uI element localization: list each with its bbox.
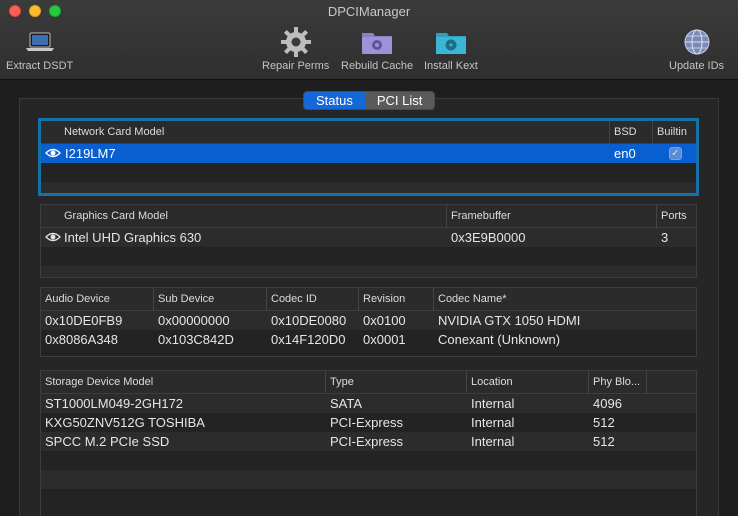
audio-name-cell: Conexant (Unknown) bbox=[438, 332, 561, 347]
extract-dsdt-button[interactable]: Extract DSDT bbox=[6, 26, 73, 72]
graphics-model-cell: Intel UHD Graphics 630 bbox=[64, 230, 202, 245]
globe-icon bbox=[677, 26, 717, 58]
network-col-builtin[interactable]: Builtin bbox=[653, 121, 696, 144]
tab-pci-list[interactable]: PCI List bbox=[364, 92, 435, 109]
table-row bbox=[41, 489, 696, 508]
table-row[interactable]: I219LM7 en0 ✓ bbox=[41, 144, 696, 163]
graphics-framebuffer-cell: 0x3E9B0000 bbox=[451, 230, 526, 245]
graphics-col-framebuffer[interactable]: Framebuffer bbox=[447, 205, 657, 228]
graphics-col-model[interactable]: Graphics Card Model bbox=[60, 205, 447, 228]
storage-model-cell: SPCC M.2 PCIe SSD bbox=[45, 434, 170, 449]
table-row[interactable]: KXG50ZNV512G TOSHIBA PCI-Express Interna… bbox=[41, 413, 696, 432]
update-ids-button[interactable]: Update IDs bbox=[669, 26, 724, 72]
network-col-model[interactable]: Network Card Model bbox=[60, 121, 610, 144]
audio-table[interactable]: Audio Device Sub Device Codec ID Revisio… bbox=[40, 287, 697, 357]
table-row bbox=[41, 247, 696, 266]
repair-perms-label: Repair Perms bbox=[262, 60, 330, 72]
storage-type-cell: PCI-Express bbox=[330, 434, 403, 449]
table-row[interactable]: ST1000LM049-2GH172 SATA Internal 4096 bbox=[41, 394, 696, 413]
storage-block-cell: 4096 bbox=[593, 396, 622, 411]
graphics-col-ports[interactable]: Ports bbox=[657, 205, 696, 228]
install-kext-label: Install Kext bbox=[424, 60, 478, 72]
storage-type-cell: PCI-Express bbox=[330, 415, 403, 430]
table-row bbox=[41, 266, 696, 277]
gear-icon bbox=[276, 26, 316, 58]
update-ids-label: Update IDs bbox=[669, 60, 725, 72]
laptop-icon bbox=[20, 26, 60, 58]
rebuild-cache-label: Rebuild Cache bbox=[341, 60, 414, 72]
table-row[interactable]: SPCC M.2 PCIe SSD PCI-Express Internal 5… bbox=[41, 432, 696, 451]
storage-table-header: Storage Device Model Type Location Phy B… bbox=[41, 371, 696, 394]
install-kext-button[interactable]: Install Kext bbox=[424, 26, 478, 72]
radiation-folder-icon bbox=[431, 26, 471, 58]
audio-col-sub[interactable]: Sub Device bbox=[154, 288, 267, 311]
graphics-table[interactable]: Graphics Card Model Framebuffer Ports In… bbox=[40, 204, 697, 278]
table-row[interactable]: Intel UHD Graphics 630 0x3E9B0000 3 bbox=[41, 228, 696, 247]
builtin-checkbox[interactable]: ✓ bbox=[669, 147, 682, 160]
rebuild-cache-button[interactable]: Rebuild Cache bbox=[341, 26, 413, 72]
network-table-header: Network Card Model BSD Builtin bbox=[41, 121, 696, 144]
storage-type-cell: SATA bbox=[330, 396, 363, 411]
storage-block-cell: 512 bbox=[593, 415, 615, 430]
audio-table-header: Audio Device Sub Device Codec ID Revisio… bbox=[41, 288, 696, 311]
table-row bbox=[41, 163, 696, 182]
table-row[interactable]: 0x8086A348 0x103C842D 0x14F120D0 0x0001 … bbox=[41, 330, 696, 349]
network-model-cell: I219LM7 bbox=[65, 146, 116, 161]
network-bsd-cell: en0 bbox=[614, 146, 636, 161]
storage-model-cell: ST1000LM049-2GH172 bbox=[45, 396, 184, 411]
storage-location-cell: Internal bbox=[471, 434, 515, 449]
audio-col-revision[interactable]: Revision bbox=[359, 288, 434, 311]
network-table[interactable]: Network Card Model BSD Builtin I219LM7 e… bbox=[38, 118, 699, 196]
storage-location-cell: Internal bbox=[471, 396, 515, 411]
audio-sub-cell: 0x00000000 bbox=[158, 313, 230, 328]
audio-device-cell: 0x8086A348 bbox=[45, 332, 119, 347]
storage-block-cell: 512 bbox=[593, 434, 615, 449]
audio-device-cell: 0x10DE0FB9 bbox=[45, 313, 123, 328]
storage-col-model[interactable]: Storage Device Model bbox=[41, 371, 326, 394]
audio-revision-cell: 0x0001 bbox=[363, 332, 406, 347]
tab-status[interactable]: Status bbox=[304, 92, 365, 109]
eye-icon[interactable] bbox=[45, 147, 61, 159]
audio-col-name[interactable]: Codec Name* bbox=[434, 288, 696, 311]
audio-col-device[interactable]: Audio Device bbox=[41, 288, 154, 311]
table-row bbox=[41, 470, 696, 489]
graphics-ports-cell: 3 bbox=[661, 230, 669, 245]
eye-icon[interactable] bbox=[45, 231, 61, 243]
storage-col-location[interactable]: Location bbox=[467, 371, 589, 394]
window-toolbar: DPCIManager Extract DSDT Repair Perms Re… bbox=[0, 0, 738, 80]
gear-folder-icon bbox=[357, 26, 397, 58]
window-title: DPCIManager bbox=[327, 4, 411, 19]
audio-col-codec[interactable]: Codec ID bbox=[267, 288, 359, 311]
storage-location-cell: Internal bbox=[471, 415, 515, 430]
graphics-table-header: Graphics Card Model Framebuffer Ports bbox=[41, 205, 696, 228]
extract-dsdt-label: Extract DSDT bbox=[6, 60, 74, 72]
table-row bbox=[41, 451, 696, 470]
table-row bbox=[41, 182, 696, 193]
table-row[interactable]: 0x10DE0FB9 0x00000000 0x10DE0080 0x0100 … bbox=[41, 311, 696, 330]
audio-codec-cell: 0x14F120D0 bbox=[271, 332, 346, 347]
audio-codec-cell: 0x10DE0080 bbox=[271, 313, 347, 328]
audio-sub-cell: 0x103C842D bbox=[158, 332, 234, 347]
audio-revision-cell: 0x0100 bbox=[363, 313, 406, 328]
audio-name-cell: NVIDIA GTX 1050 HDMI bbox=[438, 313, 581, 328]
storage-col-type[interactable]: Type bbox=[326, 371, 467, 394]
network-col-bsd[interactable]: BSD bbox=[610, 121, 653, 144]
storage-col-block[interactable]: Phy Blo... bbox=[589, 371, 647, 394]
view-tabs: Status PCI List bbox=[303, 91, 436, 110]
storage-model-cell: KXG50ZNV512G TOSHIBA bbox=[45, 415, 205, 430]
storage-table[interactable]: Storage Device Model Type Location Phy B… bbox=[40, 370, 697, 516]
repair-perms-button[interactable]: Repair Perms bbox=[262, 26, 329, 72]
